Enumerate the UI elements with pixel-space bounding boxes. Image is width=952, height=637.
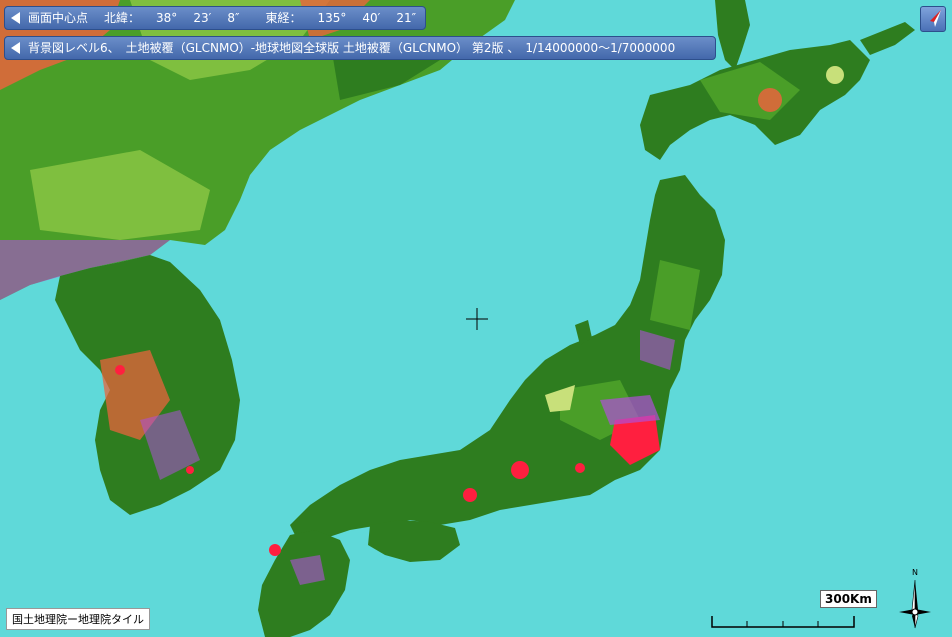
center-point-label: 画面中心点 [28, 11, 89, 25]
map-attribution: 国土地理院ー地理院タイル [6, 608, 150, 630]
scale-bar [711, 616, 855, 628]
layer-info-text: 背景図レベル6、 土地被覆（GLCNMO）-地球地図全球版 土地被覆（GLCNM… [28, 41, 676, 55]
compass-north-label: N [912, 568, 918, 577]
collapse-arrow-icon[interactable] [11, 42, 20, 54]
latitude-minutes: 23′ [193, 11, 212, 25]
center-crosshair-icon [466, 308, 488, 330]
latitude-label: 北緯： [104, 11, 141, 25]
longitude-label: 東経： [265, 11, 302, 25]
latitude-seconds: 8″ [227, 11, 240, 25]
longitude-seconds: 21″ [396, 11, 417, 25]
compass-rose-icon: N [899, 568, 931, 629]
north-arrow-icon [930, 10, 941, 27]
longitude-minutes: 40′ [362, 11, 381, 25]
collapse-arrow-icon[interactable] [11, 12, 20, 24]
scale-label: 300Km [820, 590, 877, 608]
layer-info-bar: 背景図レベル6、 土地被覆（GLCNMO）-地球地図全球版 土地被覆（GLCNM… [4, 36, 716, 60]
north-reset-button[interactable] [920, 6, 946, 32]
latitude-degrees: 38° [156, 11, 178, 25]
center-point-bar: 画面中心点 北緯： 38° 23′ 8″ 東経： 135° 40′ 21″ [4, 6, 426, 30]
longitude-degrees: 135° [317, 11, 347, 25]
